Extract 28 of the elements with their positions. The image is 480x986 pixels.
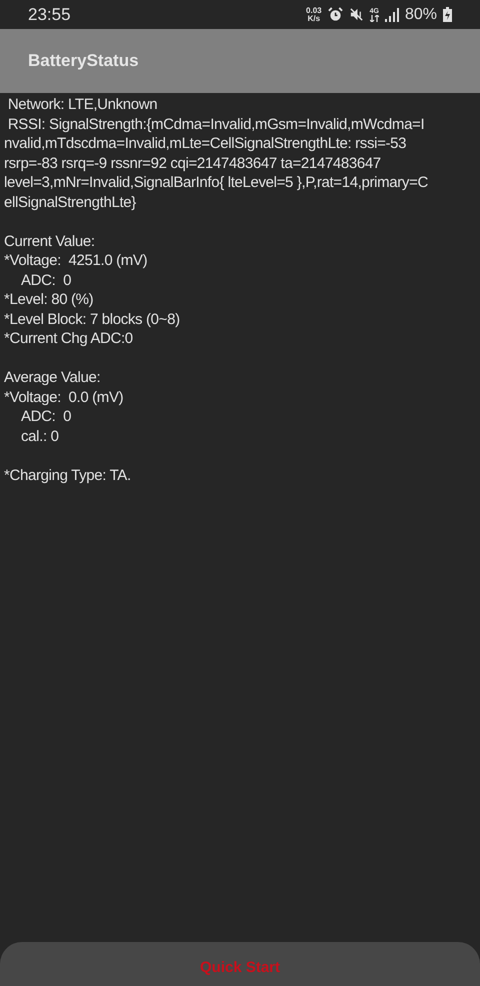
info-line: Current Value: [3,232,95,251]
info-line: *Level: 80 (%) [3,290,94,310]
info-line: nvalid,mTdscdma=Invalid,mLte=CellSignalStrengthLte: rssi=-53 [3,134,406,154]
battery-percent: 80% [404,6,437,24]
info-line: *Voltage: 4251.0 (mV) [3,251,148,270]
info-line: level=3,mNr=Invalid,SignalBarInfo{ lteLevel=5 },P,rat=14,primary=C [3,173,428,192]
info-line: cal.: 0 [20,426,59,446]
info-line: RSSI: SignalStrength:{mCdma=Invalid,mGsm=Invalid,mWcdma=I [6,114,424,134]
quick-start-button[interactable]: Quick Start [0,942,480,986]
info-line: *Voltage: 0.0 (mV) [3,388,124,407]
alarm-icon [328,7,343,22]
info-line: rsrp=-83 rsrq=-9 rssnr=92 cqi=2147483647 ta=2147483647 [3,154,381,173]
speed-unit: K/s [308,14,320,22]
network-speed: 0.03 [306,6,322,14]
data-arrows-icon [370,14,379,22]
info-line: *Charging Type: TA. [3,466,131,485]
info-line: *Current Chg ADC:0 [3,329,133,348]
info-line: Average Value: [3,368,100,388]
info-line: Network: LTE,Unknown [6,95,158,114]
info-line: ellSignalStrengthLte} [3,192,136,212]
info-line: ADC: 0 [20,407,72,426]
battery-charging-icon [443,7,452,22]
mute-icon [348,7,364,22]
signal-icon [384,8,399,22]
status-time: 23:55 [28,4,71,24]
app-title: BatteryStatus [28,51,139,71]
info-line: *Level Block: 7 blocks (0~8) [3,310,180,329]
info-line: ADC: 0 [20,270,72,290]
